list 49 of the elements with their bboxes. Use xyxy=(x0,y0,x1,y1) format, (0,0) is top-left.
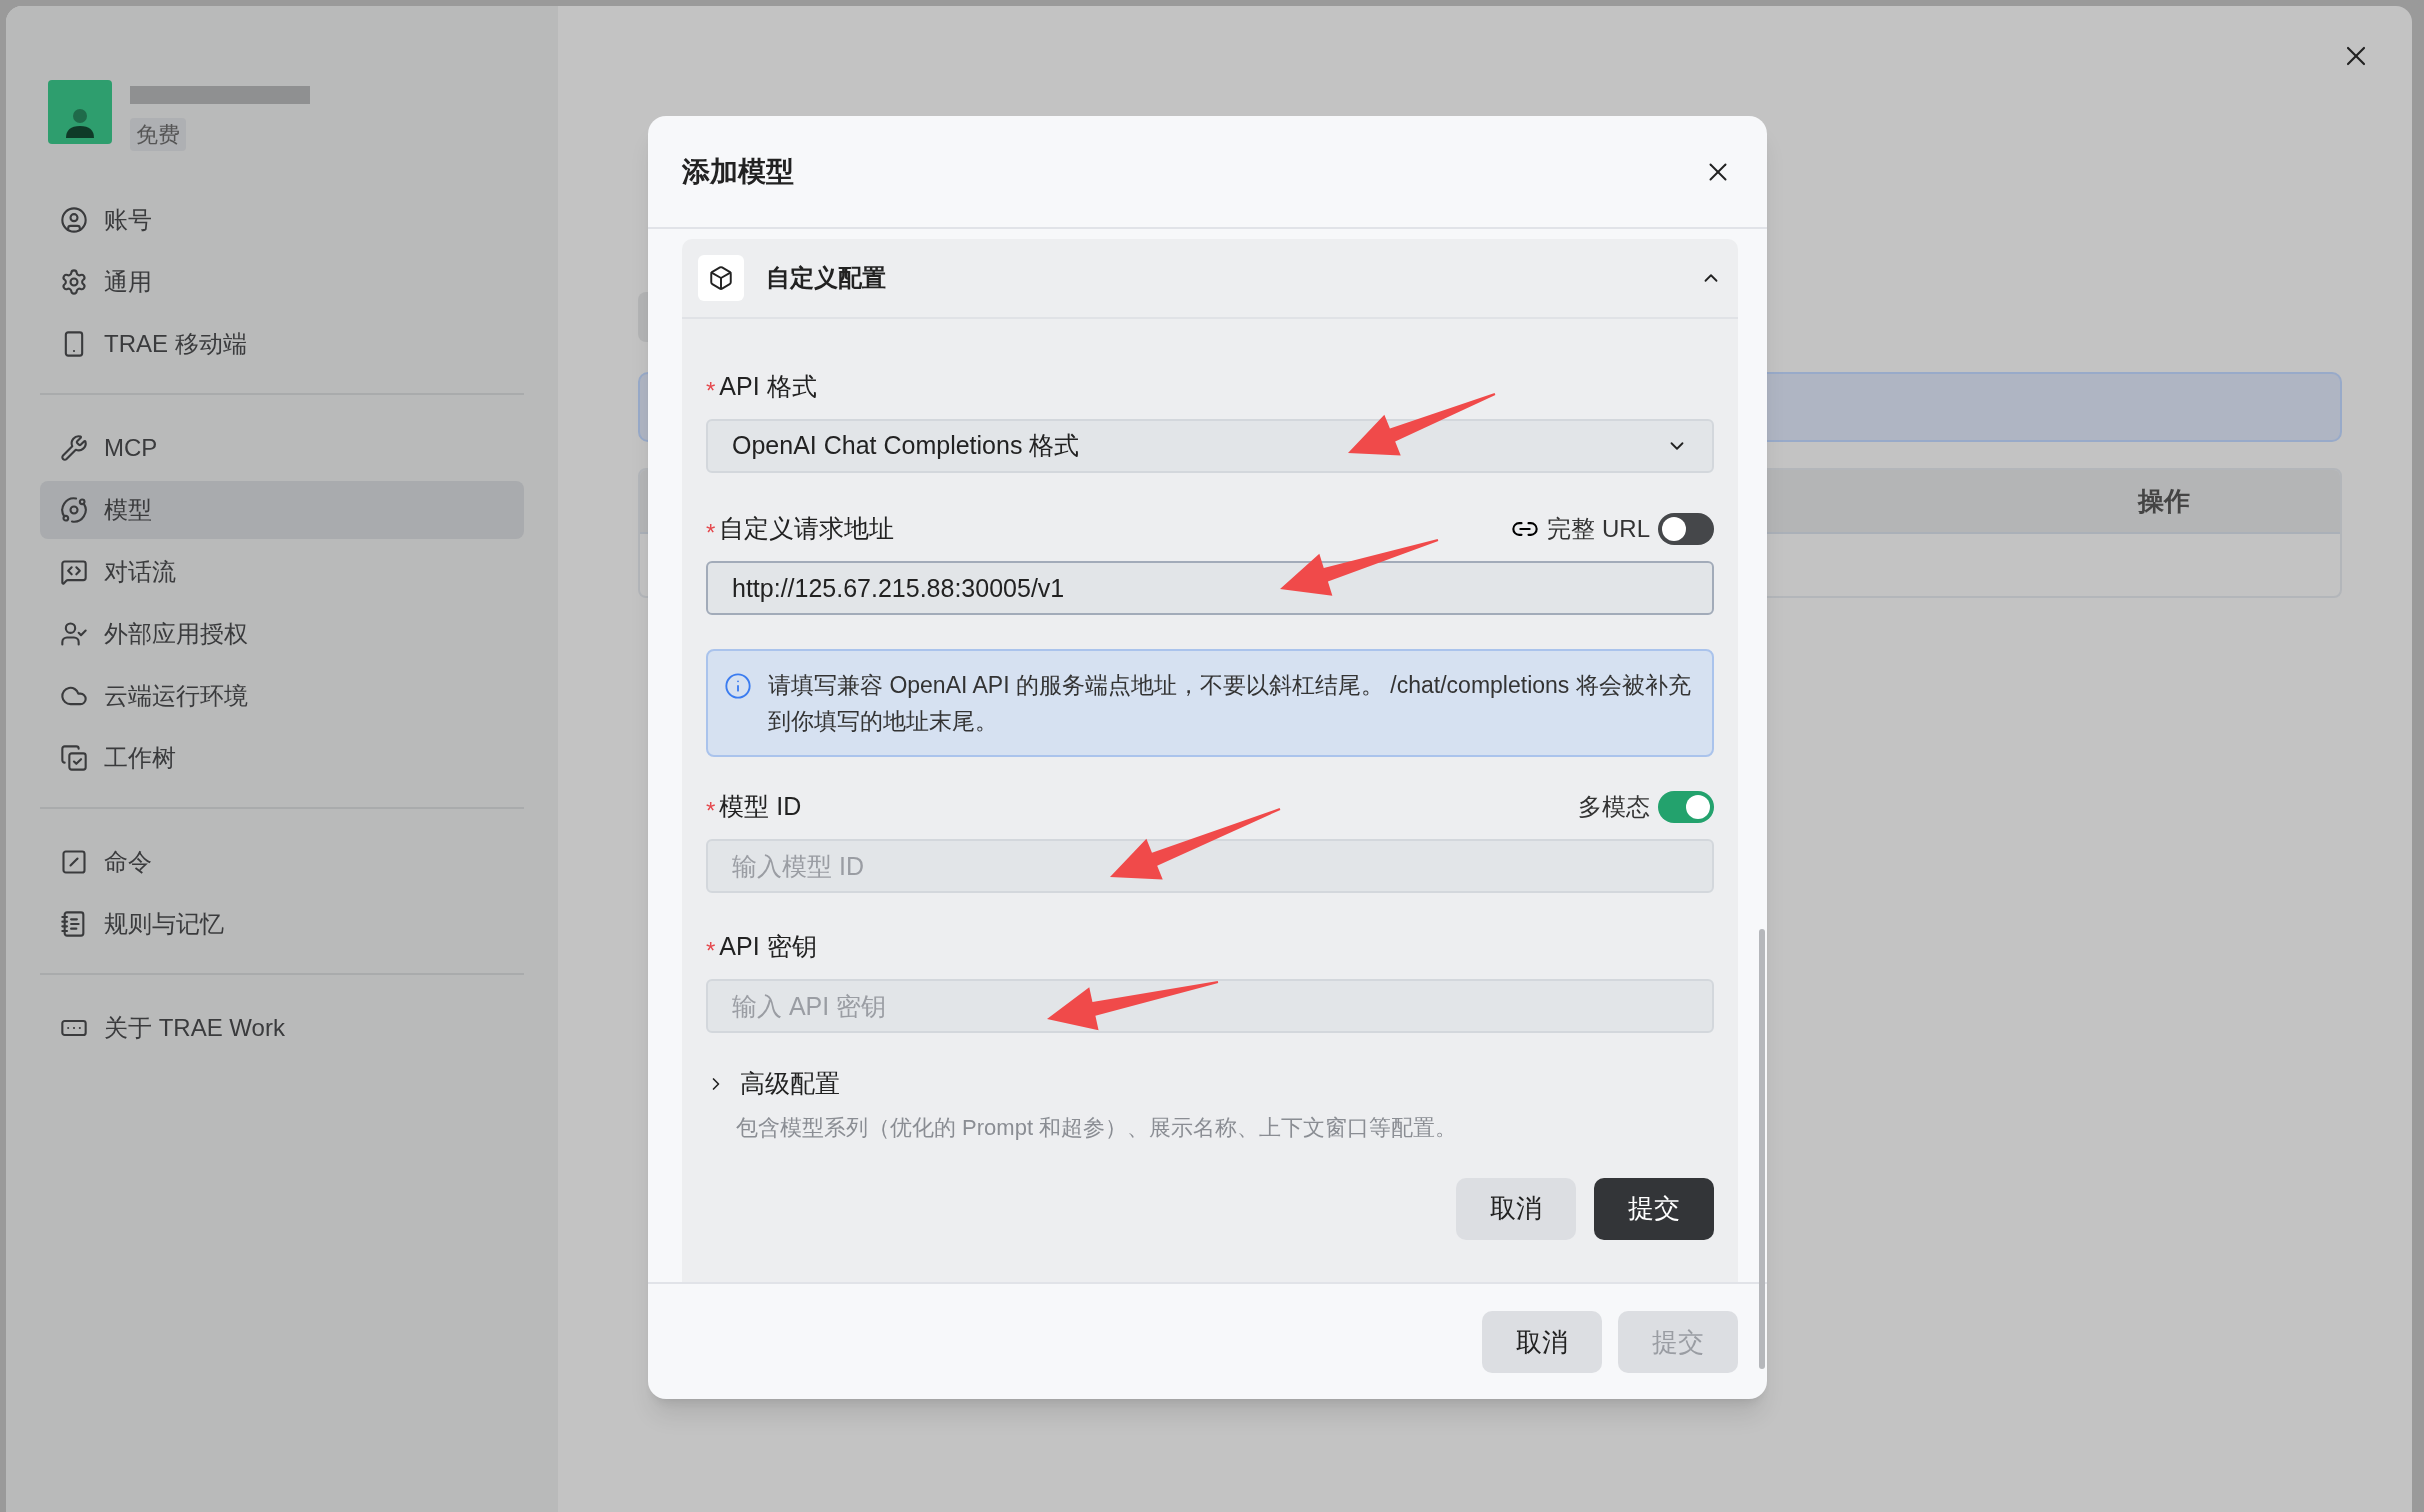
select-field[interactable]: OpenAI Chat Completions 格式 xyxy=(706,419,1714,473)
sidebar-item[interactable]: MCP xyxy=(40,419,524,477)
user-circle-icon xyxy=(60,206,88,234)
chat-code-icon xyxy=(60,558,88,586)
advanced-toggle[interactable]: 高级配置 xyxy=(706,1065,840,1103)
field-label: API 格式 xyxy=(719,371,817,403)
dialog-title: 添加模型 xyxy=(682,154,794,189)
toggle-switch[interactable] xyxy=(1658,791,1714,823)
sidebar-item[interactable]: 工作树 xyxy=(40,729,524,787)
sidebar-item[interactable]: 模型 xyxy=(40,481,524,539)
wrench-icon xyxy=(60,434,88,462)
sidebar-item[interactable]: 命令 xyxy=(40,833,524,891)
cancel-button[interactable]: 取消 xyxy=(1456,1177,1576,1240)
sidebar-item[interactable]: 外部应用授权 xyxy=(40,605,524,663)
sidebar-item[interactable]: 云端运行环境 xyxy=(40,667,524,725)
gear-icon xyxy=(60,268,88,296)
sidebar-item[interactable]: 关于 TRAE Work xyxy=(40,999,524,1057)
avatar-icon xyxy=(48,80,112,144)
toggle-label: 多模态 xyxy=(1578,792,1650,822)
advanced-description: 包含模型系列（优化的 Prompt 和超参）、展示名称、上下文窗口等配置。 xyxy=(735,1113,1459,1142)
url-field[interactable]: http://125.67.215.88:30005/v1 xyxy=(706,561,1714,615)
toggle-label: 完整 URL xyxy=(1547,514,1650,544)
submit-button[interactable]: 提交 xyxy=(1594,1177,1714,1240)
toggle-switch[interactable] xyxy=(1658,513,1714,545)
section-header[interactable]: 自定义配置 xyxy=(682,239,1738,319)
copy-check-icon xyxy=(60,744,88,772)
orbit-icon xyxy=(60,496,88,524)
api-key-field[interactable]: 输入 API 密钥 xyxy=(706,979,1714,1033)
field-label: 模型 ID xyxy=(719,791,802,823)
sidebar-item[interactable]: 通用 xyxy=(40,253,524,311)
sidebar-item[interactable]: 对话流 xyxy=(40,543,524,601)
required-mark: * xyxy=(706,376,716,406)
cancel-button[interactable]: 取消 xyxy=(1482,1311,1602,1373)
required-mark: * xyxy=(706,796,716,826)
info-icon xyxy=(724,672,752,700)
required-mark: * xyxy=(706,936,716,966)
sidebar-item[interactable]: 规则与记忆 xyxy=(40,895,524,953)
column-header: 操作 xyxy=(2138,484,2190,518)
field-label: API 密钥 xyxy=(719,931,817,963)
field-label: 自定义请求地址 xyxy=(719,513,895,545)
slash-square-icon xyxy=(60,848,88,876)
user-check-icon xyxy=(60,620,88,648)
required-mark: * xyxy=(706,518,716,548)
cube-icon xyxy=(698,255,744,301)
sidebar-item[interactable]: TRAE 移动端 xyxy=(40,315,524,373)
sidebar-item[interactable]: 账号 xyxy=(40,191,524,249)
plan-badge: 免费 xyxy=(130,118,186,151)
hint-text: 请填写兼容 OpenAI API 的服务端点地址，不要以斜杠结尾。 /chat/completions 将会被补充到你填写的地址末尾。 xyxy=(768,671,1692,736)
model-id-field[interactable]: 输入模型 ID xyxy=(706,839,1714,893)
